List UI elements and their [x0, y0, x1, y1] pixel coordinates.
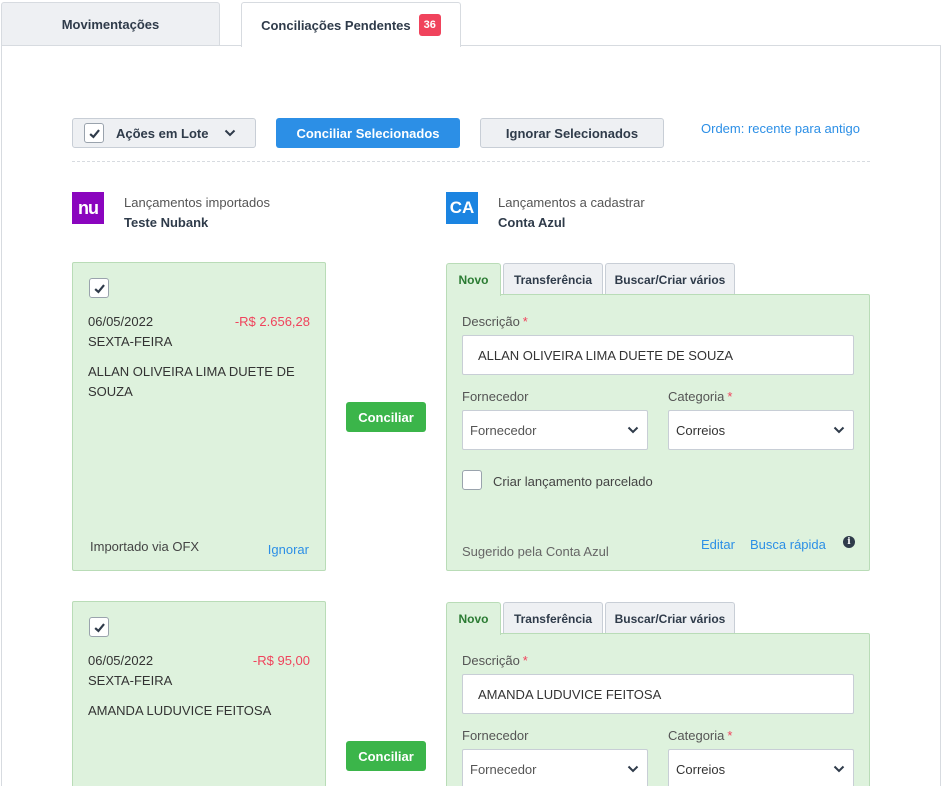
- description-label: Descrição *: [462, 314, 528, 329]
- description-label: Descrição *: [462, 653, 528, 668]
- imported-label: Lançamentos importados: [124, 195, 270, 210]
- new-entry-form: Descrição * ALLAN OLIVEIRA LIMA DUETE DE …: [446, 294, 870, 571]
- quick-search-link[interactable]: Busca rápida: [750, 537, 826, 552]
- chevron-down-icon: [224, 129, 236, 137]
- description-input[interactable]: ALLAN OLIVEIRA LIMA DUETE DE SOUZA: [462, 335, 854, 375]
- batch-actions-button[interactable]: Ações em Lote: [72, 118, 256, 148]
- conta-azul-logo: CA: [446, 192, 478, 224]
- to-register-label: Lançamentos a cadastrar: [498, 195, 645, 210]
- transaction-checkbox[interactable]: [89, 617, 109, 637]
- transaction-weekday: SEXTA-FEIRA: [88, 673, 173, 688]
- new-entry-form: Descrição * AMANDA LUDUVICE FEITOSA Forne…: [446, 633, 870, 786]
- transaction-amount: -R$ 2.656,28: [234, 314, 310, 329]
- transaction-description: AMANDA LUDUVICE FEITOSA: [88, 703, 272, 718]
- transaction-amount: -R$ 95,00: [252, 653, 310, 668]
- description-input[interactable]: AMANDA LUDUVICE FEITOSA: [462, 674, 854, 714]
- form-tab-transferencia[interactable]: Transferência: [503, 602, 603, 634]
- chevron-down-icon: [833, 765, 845, 773]
- category-label: Categoria *: [668, 389, 733, 404]
- divider: [72, 161, 870, 162]
- category-select[interactable]: Correios: [668, 410, 854, 450]
- reconcile-button[interactable]: Conciliar: [346, 741, 426, 771]
- supplier-select[interactable]: Fornecedor: [462, 749, 648, 786]
- supplier-select[interactable]: Fornecedor: [462, 410, 648, 450]
- ignore-link[interactable]: Ignorar: [268, 542, 309, 557]
- ignore-selected-button[interactable]: Ignorar Selecionados: [480, 118, 664, 148]
- info-icon[interactable]: i: [843, 536, 855, 548]
- edit-link[interactable]: Editar: [701, 537, 735, 552]
- installment-label: Criar lançamento parcelado: [493, 474, 653, 489]
- form-tab-novo[interactable]: Novo: [446, 602, 501, 635]
- check-icon: [93, 283, 105, 294]
- form-tab-transferencia[interactable]: Transferência: [503, 263, 603, 295]
- form-tab-buscar-criar[interactable]: Buscar/Criar vários: [605, 263, 735, 295]
- check-icon: [88, 128, 100, 139]
- installment-checkbox[interactable]: [462, 470, 482, 490]
- transaction-date: 06/05/2022: [88, 314, 154, 329]
- chevron-down-icon: [627, 765, 639, 773]
- tab-conciliacoes-pendentes[interactable]: Conciliações Pendentes 36: [241, 2, 461, 47]
- category-label: Categoria *: [668, 728, 733, 743]
- tab-label: Movimentações: [61, 16, 160, 32]
- nubank-logo: nu: [72, 192, 104, 224]
- chevron-down-icon: [627, 426, 639, 434]
- tab-label: Conciliações Pendentes: [261, 17, 411, 33]
- sort-order-link[interactable]: Ordem: recente para antigo: [701, 121, 860, 136]
- suggested-by-label: Sugerido pela Conta Azul: [462, 544, 609, 559]
- form-tab-buscar-criar[interactable]: Buscar/Criar vários: [605, 602, 735, 634]
- supplier-label: Fornecedor: [462, 728, 529, 743]
- transaction-checkbox[interactable]: [89, 278, 109, 298]
- batch-actions-label: Ações em Lote: [116, 125, 209, 141]
- batch-checkbox[interactable]: [84, 123, 104, 143]
- reconcile-button[interactable]: Conciliar: [346, 402, 426, 432]
- transaction-description: ALLAN OLIVEIRA LIMA DUETE DE SOUZA: [88, 364, 295, 399]
- supplier-label: Fornecedor: [462, 389, 529, 404]
- transaction-date: 06/05/2022: [88, 653, 154, 668]
- to-register-account-name: Conta Azul: [498, 215, 566, 230]
- chevron-down-icon: [833, 426, 845, 434]
- transaction-weekday: SEXTA-FEIRA: [88, 334, 173, 349]
- imported-transaction-card: 06/05/2022 -R$ 2.656,28 SEXTA-FEIRA ALLA…: [72, 262, 326, 571]
- imported-account-name: Teste Nubank: [124, 215, 209, 230]
- imported-transaction-card: 06/05/2022 -R$ 95,00 SEXTA-FEIRA AMANDA …: [72, 601, 326, 786]
- tab-movimentacoes[interactable]: Movimentações: [1, 2, 220, 46]
- reconcile-selected-button[interactable]: Conciliar Selecionados: [276, 118, 460, 148]
- pending-count-badge: 36: [418, 14, 441, 36]
- category-select[interactable]: Correios: [668, 749, 854, 786]
- form-tab-novo[interactable]: Novo: [446, 263, 501, 296]
- check-icon: [93, 622, 105, 633]
- import-source: Importado via OFX: [90, 539, 200, 554]
